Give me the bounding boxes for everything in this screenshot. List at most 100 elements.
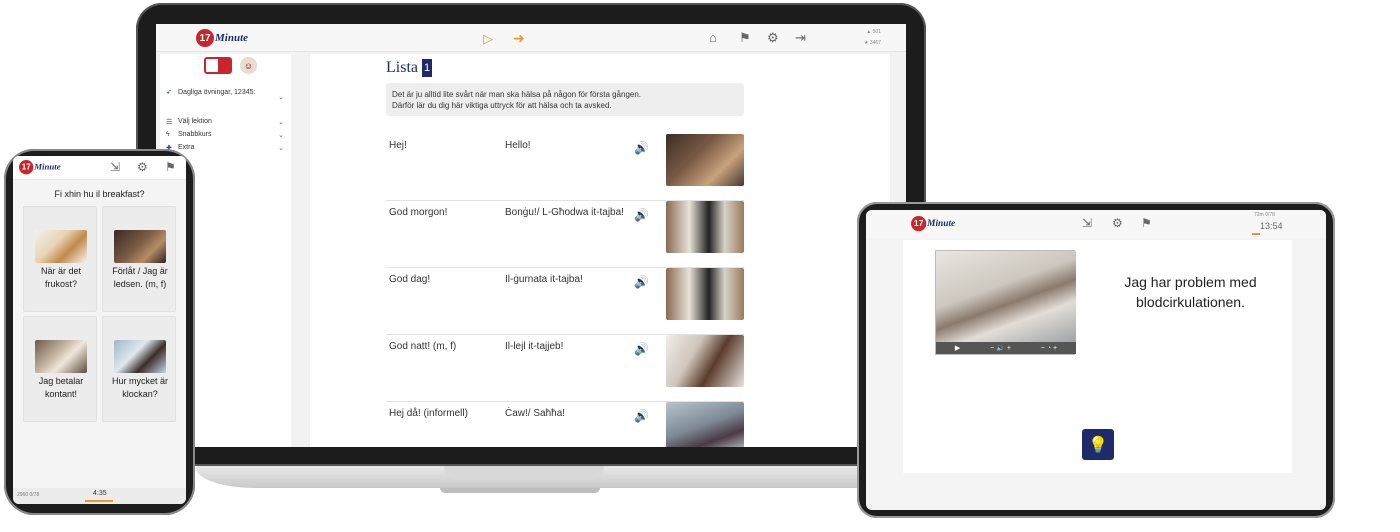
intro-text: Det är ju alltid lite svårt när man ska … — [386, 83, 744, 116]
phrase-photo — [666, 134, 744, 186]
phone-timer: 4:35 — [93, 490, 107, 497]
page-title: Lista 1 — [386, 59, 432, 77]
video-player[interactable]: ▶ − 🔉 + − ◔ + — [935, 250, 1076, 355]
brand-logo[interactable]: 17 Minute — [19, 160, 61, 175]
logo-text: Minute — [34, 162, 61, 172]
video-controls[interactable]: ▶ − 🔉 + − ◔ + — [936, 342, 1076, 354]
quiz-question: Fi xhin hu il breakfast? — [54, 189, 145, 199]
laptop-screen: 17 Minute ▷ ➜ ⌂ ⚑ ⚙ ⇥ ▲ 501 ★ 3467 ☺ ➶ D… — [156, 24, 906, 447]
exit-icon[interactable]: ⇲ — [110, 160, 120, 174]
gear-icon[interactable]: ⚙ — [137, 160, 148, 174]
sidebar-item-label: Snabbkurs — [178, 131, 212, 138]
phrase-photo — [666, 335, 744, 387]
flag-icon[interactable]: ⚑ — [165, 160, 176, 174]
option-photo — [114, 230, 166, 263]
option-photo — [35, 230, 87, 263]
speaker-icon[interactable]: 🔊 — [634, 141, 649, 155]
tablet-timer: 13:54 — [1260, 221, 1283, 231]
logo-text: Minute — [927, 218, 956, 229]
logo-number: 17 — [911, 216, 927, 232]
phrase-maltese: Il-ġurnata it-tajba! — [505, 274, 583, 285]
brand-logo[interactable]: 17 Minute — [196, 29, 248, 47]
sidebar-item-label: Dagliga övningar, 12345: — [178, 89, 256, 96]
phrase-photo — [666, 402, 744, 447]
chevron-down-icon: ⌄ — [278, 119, 284, 126]
hint-button[interactable]: 💡 — [1082, 429, 1114, 460]
phrase-maltese: Il-lejl it-tajjeb! — [505, 341, 564, 352]
speaker-icon[interactable]: 🔊 — [634, 275, 649, 289]
answer-option[interactable]: Förlåt / Jag är ledsen. (m, f) — [102, 206, 176, 312]
phrase-swedish: Hej! — [389, 140, 407, 151]
timer-progress — [85, 500, 113, 502]
phone-statusbar: 2960 0/78 4:35 — [13, 488, 186, 504]
flag-icon[interactable]: ⚑ — [739, 30, 751, 46]
intro-line: Det är ju alltid lite svårt när man ska … — [392, 90, 642, 99]
logout-icon[interactable]: ⇥ — [795, 30, 806, 46]
speaker-icon[interactable]: 🔊 — [634, 342, 649, 356]
lightning-icon: ϟ — [166, 131, 170, 138]
avatar[interactable]: ☺ — [240, 57, 257, 74]
answer-option[interactable]: När är det frukost? — [23, 206, 97, 312]
logo-number: 17 — [196, 29, 214, 47]
stat-lessons: 501 — [872, 29, 881, 35]
phrase-photo — [666, 268, 744, 320]
play-icon[interactable]: ▷ — [483, 31, 493, 47]
stat-points: 3467 — [869, 40, 881, 46]
phone-screen: 17 Minute ⇲ ⚙ ⚑ Fi xhin hu il breakfast?… — [13, 156, 186, 504]
option-label: När är det frukost? — [40, 266, 82, 289]
speaker-icon[interactable]: 🔊 — [634, 409, 649, 423]
chevron-down-icon: ⌄ — [278, 132, 284, 139]
phrase-row: Hej! Hello! 🔊 — [386, 134, 744, 201]
phrase-row: God natt! (m, f) Il-lejl it-tajjeb! 🔊 — [386, 335, 744, 402]
phrase-row: Hej då! (informell) Ċaw!/ Saħħa! 🔊 — [386, 402, 744, 447]
list-icon: ☰ — [166, 119, 173, 126]
laptop-topbar: 17 Minute ▷ ➜ ⌂ ⚑ ⚙ ⇥ ▲ 501 ★ 3467 — [156, 24, 906, 52]
phrase-maltese: Ċaw!/ Saħħa! — [505, 408, 566, 419]
answer-option[interactable]: Jag betalar kontant! — [23, 316, 97, 422]
user-stats: ▲ 501 ★ 3467 — [864, 29, 881, 46]
logo-text: Minute — [215, 32, 249, 44]
brand-logo[interactable]: 17 Minute — [911, 216, 956, 232]
exercise-card: ▶ − 🔉 + − ◔ + Jag har problem med blodci… — [903, 240, 1292, 473]
timer-progress — [1252, 233, 1260, 235]
video-frame — [936, 251, 1076, 344]
tablet-stats: 72m 0/78 — [1254, 212, 1275, 218]
language-flag[interactable] — [204, 57, 232, 74]
exercise-sentence: Jag har problem med blodcirkulationen. — [1124, 274, 1257, 310]
sidebar-item-crash-course[interactable]: ϟ Snabbkurs ⌄ — [166, 131, 284, 139]
gear-icon[interactable]: ⚙ — [767, 30, 779, 46]
answer-option[interactable]: Hur mycket är klockan? — [102, 316, 176, 422]
sidebar-item-daily[interactable]: ➶ Dagliga övningar, 12345: ⌄ — [166, 88, 284, 101]
logo-number: 17 — [19, 160, 34, 175]
phrase-row: God dag! Il-ġurnata it-tajba! 🔊 — [386, 268, 744, 335]
phone-topbar: 17 Minute ⇲ ⚙ ⚑ — [13, 156, 186, 180]
flag-icon[interactable]: ⚑ — [1141, 216, 1152, 230]
option-label: Hur mycket är klockan? — [111, 376, 168, 399]
rocket-icon: ➶ — [166, 89, 172, 96]
speed-icon[interactable]: − ◔ + — [1041, 345, 1057, 352]
sidebar-item-label: Extra — [178, 144, 195, 151]
exit-icon[interactable]: ⇲ — [1082, 216, 1092, 230]
phrase-swedish: Hej då! (informell) — [389, 408, 468, 419]
option-label: Jag betalar kontant! — [38, 376, 84, 399]
phrase-maltese: Bonġu!/ L-Għodwa it-tajba! — [505, 207, 624, 218]
chevron-down-icon: ⌄ — [278, 145, 284, 152]
lightbulb-icon: 💡 — [1088, 436, 1108, 454]
speaker-icon[interactable]: 🔊 — [634, 208, 649, 222]
sidebar-item-label: Välj lektion — [178, 118, 212, 125]
tablet-topbar: 17 Minute ⇲ ⚙ ⚑ 72m 0/78 13:54 — [866, 210, 1326, 238]
home-icon[interactable]: ⌂ — [709, 30, 717, 45]
sidebar-item-extra[interactable]: ✚ Extra ⌄ — [166, 144, 284, 152]
chevron-down-icon: ⌄ — [278, 94, 284, 101]
arrow-right-icon[interactable]: ➜ — [513, 30, 525, 47]
play-icon[interactable]: ▶ — [955, 344, 960, 352]
sidebar-item-lessons[interactable]: ☰ Välj lektion ⌄ — [166, 118, 284, 126]
phrase-photo — [666, 201, 744, 253]
intro-line: Därför lär du dig här viktiga uttryck fö… — [392, 101, 612, 110]
list-number-badge: 1 — [422, 59, 432, 77]
laptop-foot — [440, 488, 600, 493]
tablet-screen: 17 Minute ⇲ ⚙ ⚑ 72m 0/78 13:54 ▶ − 🔉 + −… — [866, 210, 1326, 510]
gear-icon[interactable]: ⚙ — [1112, 216, 1123, 230]
phrase-swedish: God dag! — [389, 274, 431, 285]
volume-icon[interactable]: − 🔉 + — [990, 344, 1011, 352]
